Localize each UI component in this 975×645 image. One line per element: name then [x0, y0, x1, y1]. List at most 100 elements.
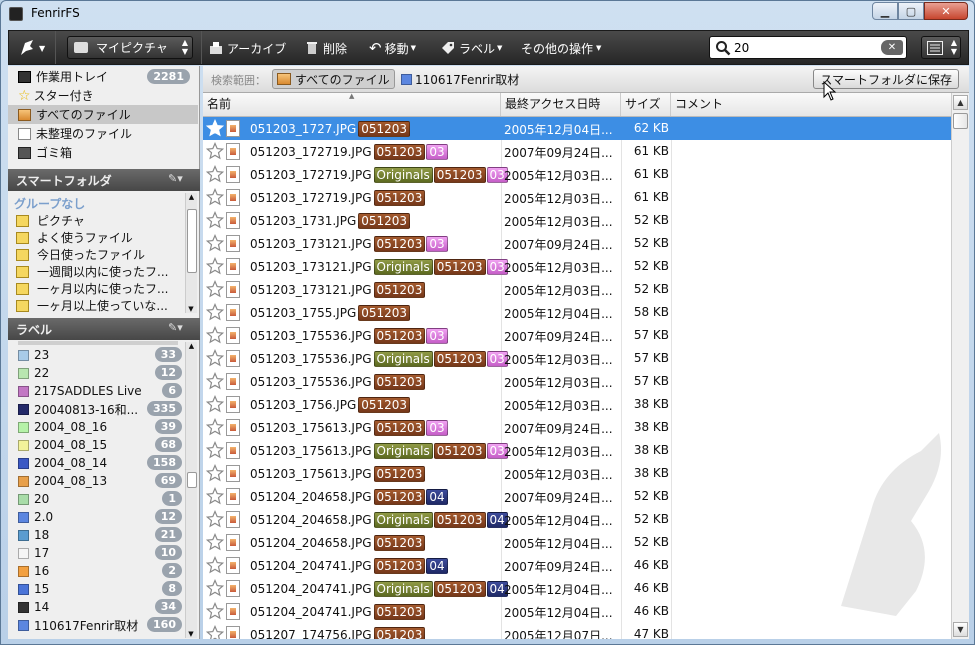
- scroll-up-icon[interactable]: ▲: [953, 95, 968, 110]
- sidebar-item[interactable]: ゴミ箱: [8, 143, 198, 162]
- view-mode-dropdown[interactable]: ▲ ▼: [921, 36, 961, 59]
- label-item[interactable]: 2004_08_14 158: [8, 454, 186, 472]
- edit-label-icon[interactable]: ✎▾: [168, 321, 192, 336]
- star-icon[interactable]: [205, 417, 225, 436]
- scroll-down-icon[interactable]: ▼: [186, 305, 196, 313]
- star-icon[interactable]: [205, 509, 225, 528]
- label-item[interactable]: 2.0 12: [8, 508, 186, 526]
- smart-folder-item[interactable]: 一ヶ月以上使っていな...: [8, 297, 182, 314]
- scope-label-filter[interactable]: 110617Fenrir取材: [397, 69, 523, 89]
- table-row[interactable]: 051203_173121.JPG Originals 051203 03 2005年1…: [203, 255, 951, 278]
- table-row[interactable]: 051203_175536.JPG 051203 03 2007年09月24日... 5…: [203, 324, 951, 347]
- star-icon[interactable]: [205, 325, 225, 344]
- smart-folder-item[interactable]: 一週間以内に使ったフ...: [8, 263, 182, 280]
- star-icon[interactable]: [205, 233, 225, 252]
- table-row[interactable]: 051203_172719.JPG 051203 2005年12月03日... 61 …: [203, 186, 951, 209]
- table-row[interactable]: 051203_175536.JPG Originals 051203 03 2005年1…: [203, 347, 951, 370]
- label-button[interactable]: ラベル ▼: [441, 38, 502, 58]
- star-icon[interactable]: [205, 210, 225, 229]
- table-row[interactable]: 051203_175536.JPG 051203 2005年12月03日... 57 …: [203, 370, 951, 393]
- column-name[interactable]: 名前 ▲: [203, 92, 501, 116]
- star-icon[interactable]: [205, 371, 225, 390]
- close-button[interactable]: ✕: [924, 2, 968, 20]
- table-row[interactable]: 051203_1756.JPG 051203 2005年12月03日... 38 KB: [203, 393, 951, 416]
- star-icon[interactable]: [205, 463, 225, 482]
- sidebar-item[interactable]: 作業用トレイ 2281: [8, 67, 198, 86]
- column-size[interactable]: サイズ: [621, 93, 671, 116]
- label-item[interactable]: 14 34: [8, 598, 186, 616]
- star-icon[interactable]: [205, 302, 225, 321]
- column-comment[interactable]: コメント: [671, 93, 951, 116]
- delete-button[interactable]: 削除: [305, 38, 347, 58]
- smart-folder-scrollbar[interactable]: ▲ ▼: [185, 193, 197, 313]
- star-icon[interactable]: [205, 348, 225, 367]
- label-item[interactable]: 2004_08_15 68: [8, 436, 186, 454]
- star-icon[interactable]: [205, 256, 225, 275]
- column-date[interactable]: 最終アクセス日時: [501, 93, 621, 116]
- profile-dropdown[interactable]: マイピクチャ ▲ ▼: [67, 36, 193, 59]
- star-icon[interactable]: [205, 532, 225, 551]
- label-item[interactable]: 22 12: [8, 364, 186, 382]
- star-icon[interactable]: [205, 164, 225, 183]
- star-icon[interactable]: [205, 555, 225, 574]
- star-icon[interactable]: [205, 187, 225, 206]
- delete-label: 削除: [323, 41, 348, 56]
- table-row[interactable]: 051203_172719.JPG Originals 051203 03 2005年1…: [203, 163, 951, 186]
- table-row[interactable]: 051203_173121.JPG 051203 2005年12月03日... 52 …: [203, 278, 951, 301]
- archive-button[interactable]: アーカイブ: [209, 38, 286, 58]
- label-scrollbar[interactable]: ▲ ▼: [185, 342, 197, 638]
- table-row[interactable]: 051203_1727.JPG 051203 2005年12月04日... 62 KB: [203, 117, 951, 140]
- label-item[interactable]: 17 10: [8, 544, 186, 562]
- label-item[interactable]: 20 1: [8, 490, 186, 508]
- app-menu-button[interactable]: ▼: [17, 38, 45, 58]
- label-item[interactable]: 2004_08_16 39: [8, 418, 186, 436]
- scroll-up-icon[interactable]: ▲: [186, 342, 197, 350]
- star-icon[interactable]: [205, 601, 225, 620]
- scroll-thumb[interactable]: [187, 472, 197, 488]
- scroll-thumb[interactable]: [953, 113, 968, 129]
- sidebar-item[interactable]: 未整理のファイル: [8, 124, 198, 143]
- sidebar-item[interactable]: すべてのファイル: [8, 105, 198, 124]
- star-icon[interactable]: [205, 279, 225, 298]
- other-operations-button[interactable]: その他の操作 ▼: [521, 38, 601, 58]
- table-row[interactable]: 051203_1731.JPG 051203 2005年12月03日... 52 KB: [203, 209, 951, 232]
- star-icon[interactable]: [205, 141, 225, 160]
- label-item[interactable]: 18 21: [8, 526, 186, 544]
- scroll-down-icon[interactable]: ▼: [186, 630, 196, 638]
- scope-all-files[interactable]: すべてのファイル: [272, 69, 395, 89]
- smart-folder-item[interactable]: よく使うファイル: [8, 229, 182, 246]
- star-icon[interactable]: [205, 118, 225, 137]
- star-icon[interactable]: [205, 394, 225, 413]
- search-box[interactable]: ✕: [709, 36, 907, 59]
- label-item[interactable]: 16 2: [8, 562, 186, 580]
- label-item[interactable]: 110617Fenrir取材 160: [8, 616, 186, 634]
- maximize-button[interactable]: ▢: [898, 2, 924, 20]
- label-item[interactable]: 2004_08_13 69: [8, 472, 186, 490]
- table-row[interactable]: 051203_173121.JPG 051203 03 2007年09月24日... 5…: [203, 232, 951, 255]
- smart-folder-item[interactable]: 今日使ったファイル: [8, 246, 182, 263]
- scroll-thumb[interactable]: [187, 209, 197, 273]
- label-item[interactable]: 15 8: [8, 580, 186, 598]
- sidebar-item[interactable]: ☆ スター付き: [8, 86, 198, 105]
- minimize-button[interactable]: ▁: [872, 2, 898, 20]
- table-row[interactable]: 051207_174756.JPG 051203 2005年12月07日... 47 …: [203, 623, 951, 639]
- label-tag: Originals: [373, 351, 433, 367]
- label-item[interactable]: 20040813-16和... 335: [8, 400, 186, 418]
- smart-folder-item[interactable]: 一ヶ月以内に使ったフ...: [8, 280, 182, 297]
- label-item[interactable]: 23 33: [8, 346, 186, 364]
- scroll-down-icon[interactable]: ▼: [953, 622, 968, 637]
- star-icon[interactable]: [205, 440, 225, 459]
- edit-smart-folder-icon[interactable]: ✎▾: [168, 172, 192, 187]
- star-icon[interactable]: [205, 486, 225, 505]
- star-icon[interactable]: [205, 578, 225, 597]
- file-list-scrollbar[interactable]: ▲ ▼: [951, 93, 969, 639]
- move-button[interactable]: ↶ 移動 ▼: [369, 38, 416, 58]
- search-input[interactable]: [734, 39, 879, 56]
- smart-folder-item[interactable]: ピクチャ: [8, 212, 182, 229]
- table-row[interactable]: 051203_172719.JPG 051203 03 2007年09月24日... 6…: [203, 140, 951, 163]
- star-icon[interactable]: [205, 624, 225, 639]
- table-row[interactable]: 051203_1755.JPG 051203 2005年12月04日... 58 KB: [203, 301, 951, 324]
- scroll-up-icon[interactable]: ▲: [186, 193, 197, 201]
- label-item[interactable]: 217SADDLES Live 6: [8, 382, 186, 400]
- clear-search-icon[interactable]: ✕: [881, 40, 903, 55]
